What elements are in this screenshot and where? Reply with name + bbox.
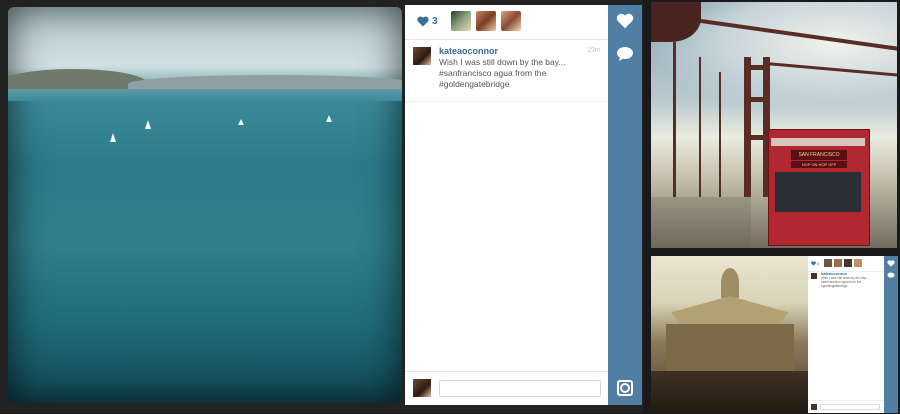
- heart-icon: [887, 260, 895, 267]
- mini-comment-text: Wish I was still down by the bay... #san…: [821, 276, 869, 288]
- action-rail: [608, 5, 642, 405]
- tour-bus: SAN FRANCISCO HOP ON HOP OFF: [768, 129, 870, 246]
- sailboat: [145, 120, 151, 129]
- carousel-roof: [671, 296, 789, 326]
- bus-sign-sub: HOP ON HOP OFF: [791, 161, 847, 168]
- golden-gate-bridge-photo[interactable]: SAN FRANCISCO HOP ON HOP OFF: [651, 2, 897, 248]
- heart-icon: [417, 16, 429, 27]
- sailboat: [110, 133, 116, 142]
- bus-sign: SAN FRANCISCO: [791, 150, 847, 160]
- crowd: [651, 371, 808, 413]
- like-button[interactable]: [615, 11, 635, 31]
- comment-text: Wish I was still down by the bay... #san…: [439, 57, 566, 89]
- liker-avatar: [844, 259, 852, 267]
- liker-avatar: [824, 259, 832, 267]
- mini-like-count: 4: [817, 261, 820, 266]
- suspender: [673, 42, 676, 207]
- heart-icon: [616, 13, 634, 29]
- mini-comment-compose: [808, 400, 884, 414]
- suspender: [719, 72, 721, 202]
- caption-comment: kateaoconnor 19m Wish I was still down b…: [405, 41, 608, 102]
- bus-window: [775, 172, 861, 212]
- avatar: [413, 379, 431, 397]
- comment-timestamp: 19m: [587, 47, 601, 54]
- sailboat: [238, 119, 244, 125]
- mini-action-rail: [884, 256, 898, 413]
- liker-avatar: [834, 259, 842, 267]
- comment-input[interactable]: [439, 380, 601, 397]
- mini-likes-bar: 4: [808, 256, 884, 272]
- carousel-photo[interactable]: [651, 256, 808, 413]
- post-photo-bay[interactable]: [8, 7, 402, 403]
- avatar: [811, 273, 817, 279]
- comment-compose: [405, 371, 608, 406]
- bridge-sidewalk: [651, 197, 751, 248]
- mini-comment-input: [820, 404, 880, 410]
- bridge-tower: [744, 57, 770, 197]
- bus-upper-deck: [771, 138, 865, 146]
- avatar: [811, 404, 817, 410]
- heart-icon: [811, 261, 816, 266]
- speech-bubble-icon: [617, 47, 633, 61]
- shore-water: [8, 89, 402, 101]
- comment-button[interactable]: [615, 44, 635, 64]
- like-count[interactable]: 3: [432, 16, 438, 27]
- sailboat: [326, 115, 332, 122]
- liker-avatar[interactable]: [451, 11, 471, 31]
- liker-avatar: [854, 259, 862, 267]
- suspender: [699, 57, 701, 207]
- speech-bubble-icon: [887, 272, 895, 278]
- liker-avatar[interactable]: [476, 11, 496, 31]
- avatar[interactable]: [413, 47, 431, 65]
- bus-sign-line2: HOP ON HOP OFF: [801, 162, 837, 167]
- carousel-body: [666, 324, 794, 372]
- carousel-spire: [721, 268, 739, 298]
- mini-post-panel: 4 kateaoconnor Wish I was still down by …: [808, 256, 884, 413]
- post-detail-panel: 3 kateaoconnor 19m Wish I was still down…: [405, 5, 608, 405]
- liker-avatar[interactable]: [501, 11, 521, 31]
- likes-bar: 3: [405, 5, 608, 40]
- comment-username[interactable]: kateaoconnor: [439, 46, 498, 56]
- instagram-camera-icon[interactable]: [617, 380, 633, 396]
- instagram-post-view: 3 kateaoconnor 19m Wish I was still down…: [0, 0, 643, 413]
- bus-sign-line1: SAN FRANCISCO: [798, 152, 840, 158]
